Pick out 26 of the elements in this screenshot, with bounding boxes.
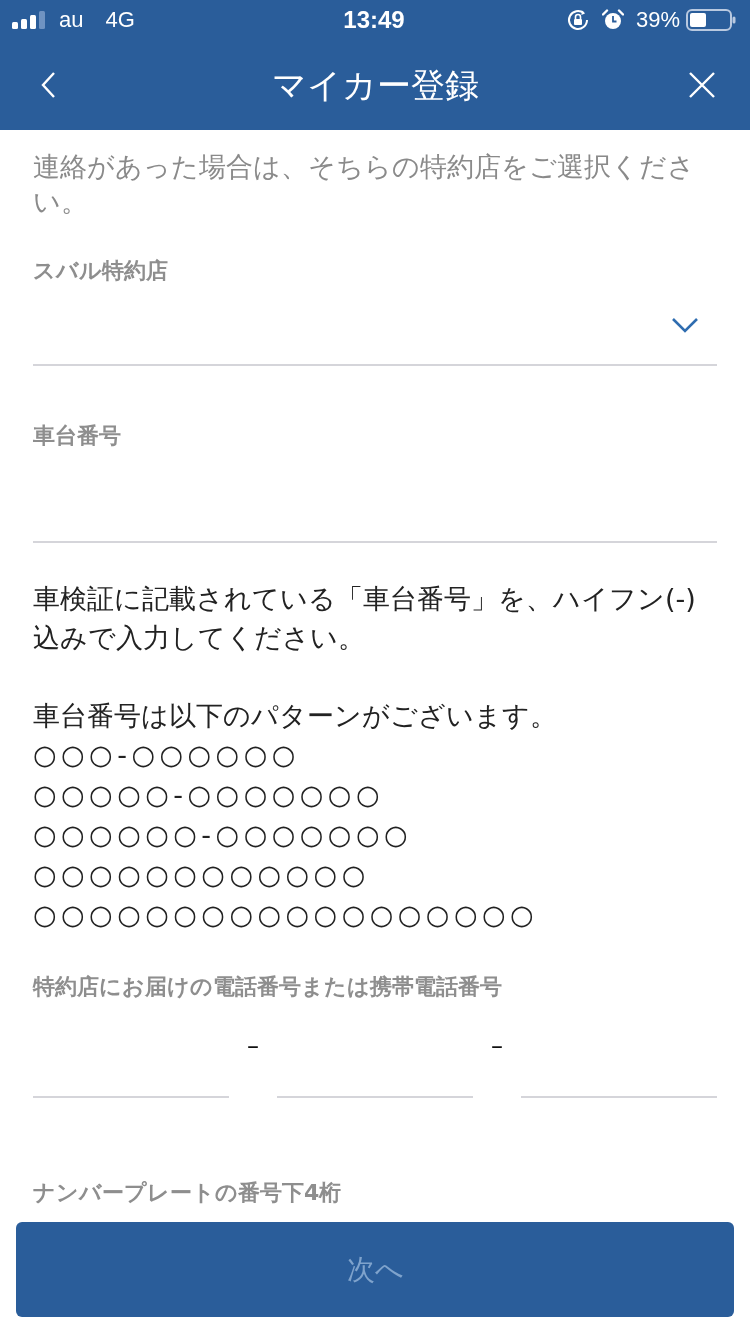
close-icon: [688, 71, 716, 99]
field-label: ナンバープレートの番号下4桁: [33, 1179, 343, 1207]
page-title: マイカー登録: [270, 64, 480, 107]
signal-strength-icon: [12, 11, 46, 29]
alarm-clock-icon: [601, 9, 624, 31]
pattern-text: ○○○-○○○○○○: [33, 738, 301, 772]
pattern-text: ○○○○○○○○○○○○: [33, 858, 371, 892]
battery-icon: [686, 9, 736, 31]
rotation-lock-icon: [565, 8, 590, 32]
field-label: 車台番号: [33, 422, 122, 450]
pattern-text: ○○○○○-○○○○○○○: [33, 778, 385, 812]
field-label: スバル特約店: [33, 257, 169, 285]
pattern-text: ○○○○○○-○○○○○○○: [33, 818, 413, 852]
pattern-text: ○○○○○○○○○○○○○○○○○○: [33, 898, 540, 932]
back-chevron-icon: [40, 71, 56, 99]
carrier-name: au: [59, 7, 84, 33]
separator-dash: –: [246, 1032, 260, 1060]
pattern-intro-text: 車台番号は以下のパターンがございます。: [33, 699, 558, 733]
notice-text: 連絡があった場合は、そちらの特約店をご選択ください。: [33, 150, 696, 219]
separator-dash: –: [490, 1032, 504, 1060]
battery-percent: 39%: [635, 7, 680, 33]
clock-time: 13:49: [343, 6, 405, 34]
instruction-text: 車検証に記載されている「車台番号」を、ハイフン(-)込みで入力してください。: [33, 582, 697, 655]
field-label: 特約店にお届けの電話番号または携帯電話番号: [33, 973, 503, 1001]
network-type: 4G: [105, 7, 135, 33]
chevron-down-icon: [671, 317, 699, 333]
